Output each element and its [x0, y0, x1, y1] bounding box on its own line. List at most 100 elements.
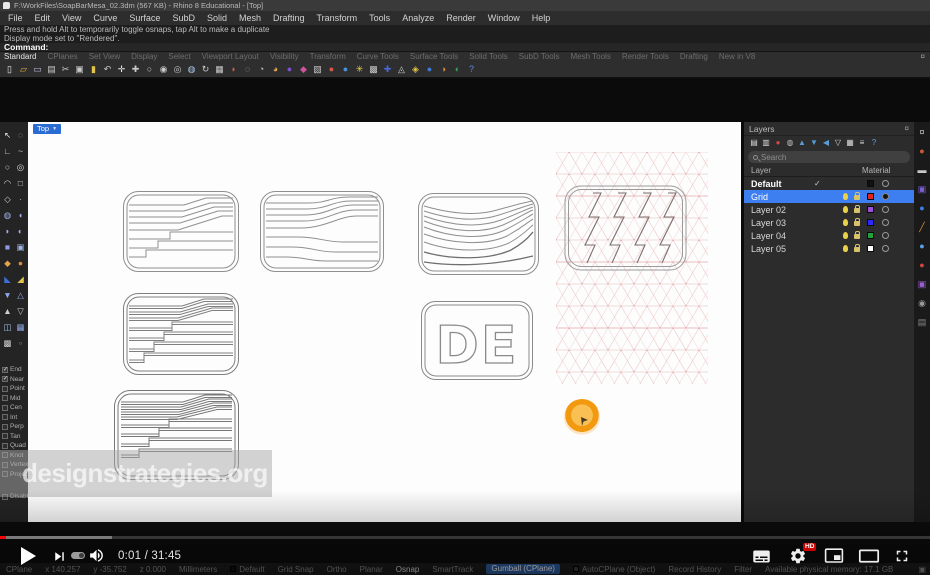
toolbar-zoom-icon[interactable]: ○	[143, 63, 156, 76]
layer-lock-icon[interactable]	[854, 247, 860, 252]
tool-fillet-icon[interactable]: ◣	[1, 271, 14, 287]
strip-panel-annotate-icon[interactable]: ╱	[916, 221, 928, 233]
toolbar-tab-transform[interactable]: Transform	[310, 52, 346, 61]
layer-lock-icon[interactable]	[854, 195, 860, 200]
tool-polyline-icon[interactable]: ∟	[1, 143, 14, 159]
soap-design-stepped-2[interactable]	[122, 292, 240, 381]
toolbar-snapshots-icon[interactable]: ◈	[409, 63, 422, 76]
layer-color-swatch[interactable]	[867, 206, 874, 213]
command-prompt[interactable]: Command:	[0, 43, 930, 52]
toolbar-pan-icon[interactable]: ✛	[115, 63, 128, 76]
soap-design-wavy[interactable]	[417, 192, 540, 281]
soap-design-letters[interactable]: DE	[420, 300, 534, 386]
toolbar-zoom-window-icon[interactable]: ◉	[157, 63, 170, 76]
toolbar-tab-visibility[interactable]: Visibility	[270, 52, 299, 61]
layer-material-icon[interactable]	[882, 245, 889, 252]
search-input[interactable]	[761, 153, 905, 162]
layer-color-swatch[interactable]	[867, 193, 874, 200]
layer-visibility-bulb-icon[interactable]	[843, 219, 848, 226]
osnap-int[interactable]: Int	[2, 413, 28, 423]
tool-dot-grid-icon[interactable]: ▩	[1, 335, 14, 351]
layer-visibility-bulb-icon[interactable]	[843, 245, 848, 252]
layer-lock-icon[interactable]	[854, 221, 860, 226]
menu-edit[interactable]: Edit	[29, 13, 57, 23]
tool-split-icon[interactable]: △	[14, 287, 27, 303]
layers-search-box[interactable]	[748, 151, 910, 163]
toolbar-rotate-view-icon[interactable]: ↻	[199, 63, 212, 76]
menu-tools[interactable]: Tools	[363, 13, 396, 23]
tool-lasso-icon[interactable]: ◌	[14, 127, 27, 143]
osnap-near[interactable]: ✓Near	[2, 375, 28, 385]
toolbar-tab-display[interactable]: Display	[131, 52, 157, 61]
soap-design-zigzag[interactable]	[563, 184, 688, 277]
layer-row-layer-02[interactable]: Layer 02	[744, 203, 914, 216]
toolbar-world-axes-icon[interactable]: ✚	[381, 63, 394, 76]
viewport-tab-top[interactable]: Top ▼	[33, 124, 61, 134]
layer-row-layer-04[interactable]: Layer 04	[744, 229, 914, 242]
layers-move-layer-up-icon[interactable]: ▲	[796, 137, 808, 149]
toolbar-tab-surface-tools[interactable]: Surface Tools	[410, 52, 458, 61]
tool-boolean-union-icon[interactable]: ●	[14, 255, 27, 271]
tool-extrude-icon[interactable]: ■	[1, 239, 14, 255]
tool-scale-icon[interactable]: ◫	[1, 319, 14, 335]
layer-material-icon[interactable]	[882, 193, 889, 200]
osnap-tan[interactable]: Tan	[2, 432, 28, 442]
layer-visibility-bulb-icon[interactable]	[843, 193, 848, 200]
layers-collapse-all-icon[interactable]: ◀	[820, 137, 832, 149]
toolbar-tab-mesh-tools[interactable]: Mesh Tools	[571, 52, 611, 61]
osnap-point[interactable]: Point	[2, 384, 28, 394]
menu-analyze[interactable]: Analyze	[396, 13, 440, 23]
toolbar-tab-curve-tools[interactable]: Curve Tools	[357, 52, 399, 61]
layer-color-swatch[interactable]	[867, 219, 874, 226]
toolbar-gear-icon[interactable]: ¤	[921, 52, 925, 61]
tool-more-tools-icon[interactable]: ▫	[14, 335, 27, 351]
checkbox-perp[interactable]	[2, 424, 8, 430]
checkbox-point[interactable]	[2, 386, 8, 392]
toolbar-tab-solid-tools[interactable]: Solid Tools	[469, 52, 508, 61]
toolbar-tab-subd-tools[interactable]: SubD Tools	[519, 52, 560, 61]
toolbar-ghosted-mode-icon[interactable]: ◔	[255, 63, 268, 76]
strip-panel-display-icon[interactable]: ●	[916, 145, 928, 157]
tool-arc-icon[interactable]: ◠	[1, 175, 14, 191]
osnap-end[interactable]: ✓End	[2, 365, 28, 375]
strip-panel-notes-icon[interactable]: ▤	[916, 316, 928, 328]
toolbar-copy-icon[interactable]: ▣	[73, 63, 86, 76]
checkbox-mid[interactable]	[2, 395, 8, 401]
toolbar-zoom-extents-icon[interactable]: ◎	[171, 63, 184, 76]
strip-panel-boxedit-icon[interactable]: ▣	[916, 278, 928, 290]
strip-panel-materials-icon[interactable]: ●	[916, 202, 928, 214]
toolbar-material-ball-icon[interactable]: ●	[325, 63, 338, 76]
layer-row-default[interactable]: Default✓	[744, 177, 914, 190]
toolbar-gumball-toggle-icon[interactable]: ◬	[395, 63, 408, 76]
toolbar-save-icon[interactable]: ▭	[31, 63, 44, 76]
layers-new-layer-icon[interactable]: ▤	[748, 137, 760, 149]
tool-rectangle-icon[interactable]: □	[14, 175, 27, 191]
toolbar-help-icon[interactable]: ?	[465, 63, 478, 76]
strip-panel-libraries-icon[interactable]: ●	[916, 259, 928, 271]
soap-design-smooth[interactable]	[259, 190, 385, 278]
strip-panel-properties-icon[interactable]: ▬	[916, 164, 928, 176]
toolbar-tab-render-tools[interactable]: Render Tools	[622, 52, 669, 61]
layer-color-swatch[interactable]	[867, 232, 874, 239]
miniplayer-button[interactable]	[824, 548, 844, 569]
toolbar-smash-icon[interactable]: ◑	[437, 63, 450, 76]
menu-drafting[interactable]: Drafting	[267, 13, 311, 23]
toolbar-layer-state-icon[interactable]: ▧	[311, 63, 324, 76]
layers-layer-columns-icon[interactable]: ▦	[844, 137, 856, 149]
layer-row-layer-03[interactable]: Layer 03	[744, 216, 914, 229]
menu-view[interactable]: View	[56, 13, 87, 23]
tool-array-icon[interactable]: ▦	[14, 319, 27, 335]
menu-transform[interactable]: Transform	[311, 13, 364, 23]
toolbar-booleans-icon[interactable]: ◐	[451, 63, 464, 76]
toolbar-xray-mode-icon[interactable]: ◕	[269, 63, 282, 76]
strip-panel-rendering-icon[interactable]: ●	[916, 240, 928, 252]
toolbar-viewport-layout-icon[interactable]: ▦	[213, 63, 226, 76]
theater-button[interactable]	[858, 549, 880, 568]
tool-explode-icon[interactable]: ▽	[14, 303, 27, 319]
menu-curve[interactable]: Curve	[87, 13, 123, 23]
checkbox-end[interactable]: ✓	[2, 367, 8, 373]
osnap-perp[interactable]: Perp	[2, 422, 28, 432]
menu-render[interactable]: Render	[440, 13, 482, 23]
toolbar-object-properties-icon[interactable]: ◆	[297, 63, 310, 76]
layer-material-icon[interactable]	[882, 180, 889, 187]
